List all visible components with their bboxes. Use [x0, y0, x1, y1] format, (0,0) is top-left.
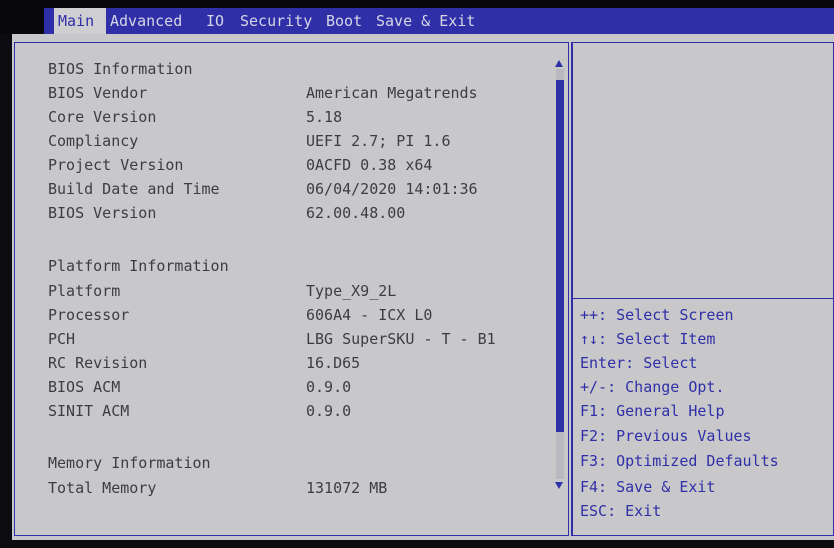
tab-advanced[interactable]: Advanced [106, 8, 202, 34]
help-select-screen: ++: Select Screen [580, 306, 734, 324]
compliancy-value: UEFI 2.7; PI 1.6 [306, 132, 451, 150]
core-version-label: Core Version [48, 108, 157, 126]
bios-version-value: 62.00.48.00 [306, 204, 406, 222]
help-divider [573, 298, 834, 299]
processor-label: Processor [48, 306, 130, 324]
build-date-value: 06/04/2020 14:01:36 [306, 180, 478, 198]
tab-security[interactable]: Security [236, 8, 322, 34]
build-date-label: Build Date and Time [48, 180, 220, 198]
scrollbar-thumb[interactable] [556, 80, 564, 432]
help-change-opt: +/-: Change Opt. [580, 378, 725, 396]
help-optimized-defaults: F3: Optimized Defaults [580, 452, 779, 470]
section-platform-information: Platform Information [48, 257, 229, 275]
bios-acm-value: 0.9.0 [306, 378, 352, 396]
bios-acm-label: BIOS ACM [48, 378, 121, 396]
bios-vendor-value: American Megatrends [306, 84, 478, 102]
total-memory-value: 131072 MB [306, 479, 388, 497]
rc-revision-value: 16.D65 [306, 354, 361, 372]
help-general-help: F1: General Help [580, 402, 725, 420]
total-memory-label: Total Memory [48, 479, 157, 497]
compliancy-label: Compliancy [48, 132, 139, 150]
help-previous-values: F2: Previous Values [580, 427, 752, 445]
pch-value: LBG SuperSKU - T - B1 [306, 330, 496, 348]
scroll-up-arrow-icon[interactable] [555, 60, 563, 67]
project-version-value: 0ACFD 0.38 x64 [306, 156, 433, 174]
section-bios-information: BIOS Information [48, 60, 193, 78]
core-version-value: 5.18 [306, 108, 343, 126]
rc-revision-label: RC Revision [48, 354, 148, 372]
help-esc-exit: ESC: Exit [580, 502, 662, 520]
menu-bar: Main Advanced IO Security Boot Save & Ex… [44, 8, 834, 34]
help-select-item: ↑↓: Select Item [580, 330, 716, 348]
sinit-acm-value: 0.9.0 [306, 402, 352, 420]
tab-save-exit[interactable]: Save & Exit [372, 8, 492, 34]
bios-version-label: BIOS Version [48, 204, 157, 222]
scroll-down-arrow-icon[interactable] [555, 482, 563, 489]
platform-value: Type_X9_2L [306, 282, 397, 300]
sinit-acm-label: SINIT ACM [48, 402, 130, 420]
tab-main[interactable]: Main [54, 8, 106, 34]
help-save-exit: F4: Save & Exit [580, 478, 716, 496]
help-enter-select: Enter: Select [580, 354, 698, 372]
pch-label: PCH [48, 330, 76, 348]
tab-io[interactable]: IO [202, 8, 236, 34]
processor-value: 606A4 - ICX L0 [306, 306, 433, 324]
platform-label: Platform [48, 282, 121, 300]
section-memory-information: Memory Information [48, 454, 211, 472]
project-version-label: Project Version [48, 156, 184, 174]
tab-boot[interactable]: Boot [322, 8, 372, 34]
bios-vendor-label: BIOS Vendor [48, 84, 148, 102]
